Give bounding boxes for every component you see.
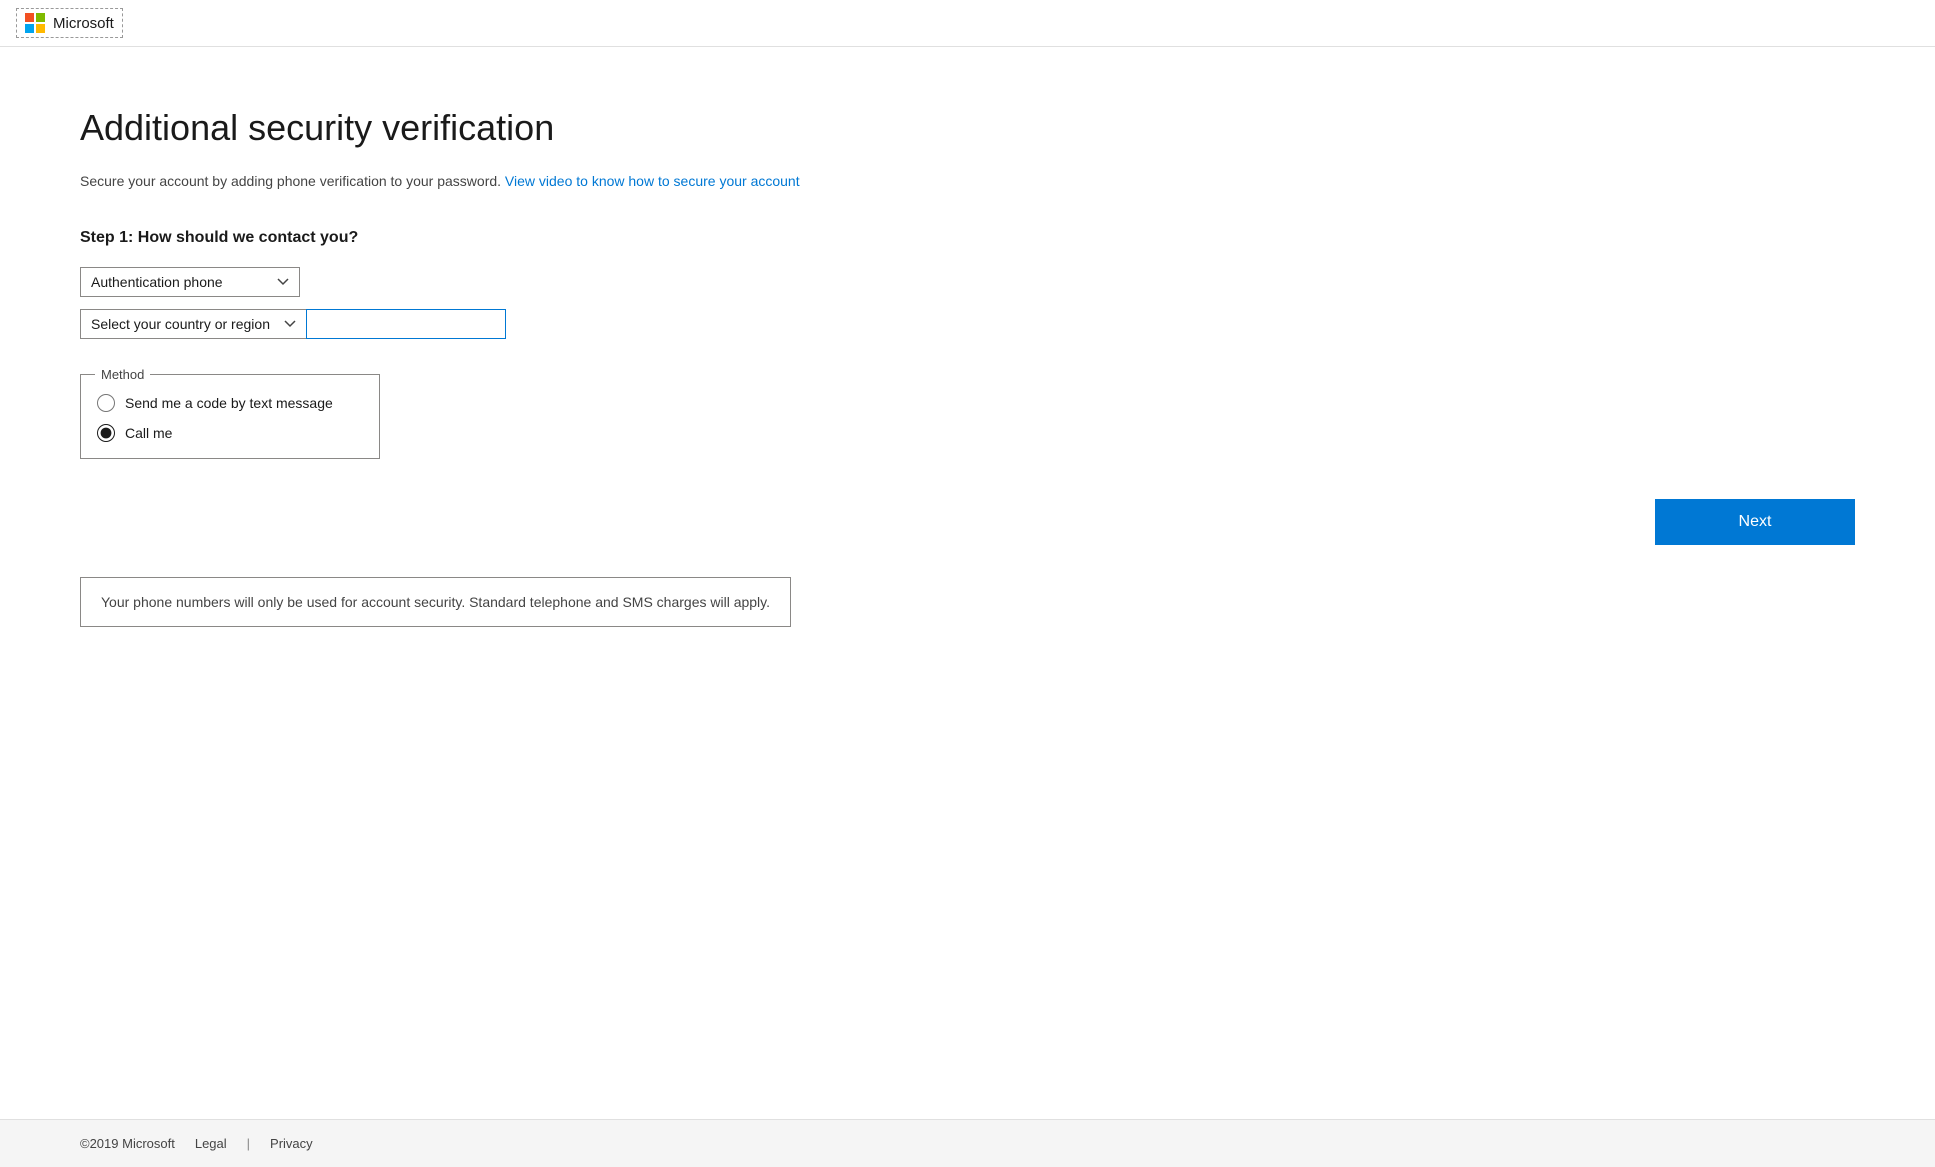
- ms-logo-grid: [25, 13, 45, 33]
- phone-number-input[interactable]: [306, 309, 506, 339]
- notice-text: Your phone numbers will only be used for…: [101, 594, 770, 610]
- subtitle-link[interactable]: View video to know how to secure your ac…: [505, 173, 800, 189]
- footer: ©2019 Microsoft Legal | Privacy: [0, 1119, 1935, 1167]
- step-heading: Step 1: How should we contact you?: [80, 229, 1855, 247]
- ms-logo-red: [25, 13, 34, 22]
- button-row: Next: [80, 499, 1855, 545]
- radio-sms-label: Send me a code by text message: [125, 395, 333, 411]
- subtitle-static: Secure your account by adding phone veri…: [80, 173, 501, 189]
- notice-box: Your phone numbers will only be used for…: [80, 577, 791, 627]
- radio-call[interactable]: [97, 424, 115, 442]
- ms-logo-yellow: [36, 24, 45, 33]
- footer-copyright: ©2019 Microsoft: [80, 1136, 175, 1151]
- microsoft-name: Microsoft: [53, 15, 114, 32]
- contact-type-dropdown[interactable]: Authentication phone Mobile app: [80, 267, 300, 297]
- microsoft-logo: Microsoft: [16, 8, 123, 38]
- footer-divider: |: [247, 1136, 250, 1151]
- main-content: Additional security verification Secure …: [0, 47, 1935, 1119]
- radio-call-label: Call me: [125, 425, 172, 441]
- country-dropdown[interactable]: Select your country or region United Sta…: [80, 309, 306, 339]
- radio-option-call[interactable]: Call me: [97, 424, 359, 442]
- radio-option-sms[interactable]: Send me a code by text message: [97, 394, 359, 412]
- footer-legal-link[interactable]: Legal: [195, 1136, 227, 1151]
- ms-logo-green: [36, 13, 45, 22]
- method-legend: Method: [95, 367, 150, 382]
- next-button[interactable]: Next: [1655, 499, 1855, 545]
- footer-privacy-link[interactable]: Privacy: [270, 1136, 313, 1151]
- method-fieldset: Method Send me a code by text message Ca…: [80, 367, 380, 459]
- country-phone-row: Select your country or region United Sta…: [80, 309, 1855, 339]
- subtitle: Secure your account by adding phone veri…: [80, 173, 1855, 189]
- ms-logo-blue: [25, 24, 34, 33]
- radio-sms[interactable]: [97, 394, 115, 412]
- header: Microsoft: [0, 0, 1935, 47]
- page-title: Additional security verification: [80, 107, 1855, 149]
